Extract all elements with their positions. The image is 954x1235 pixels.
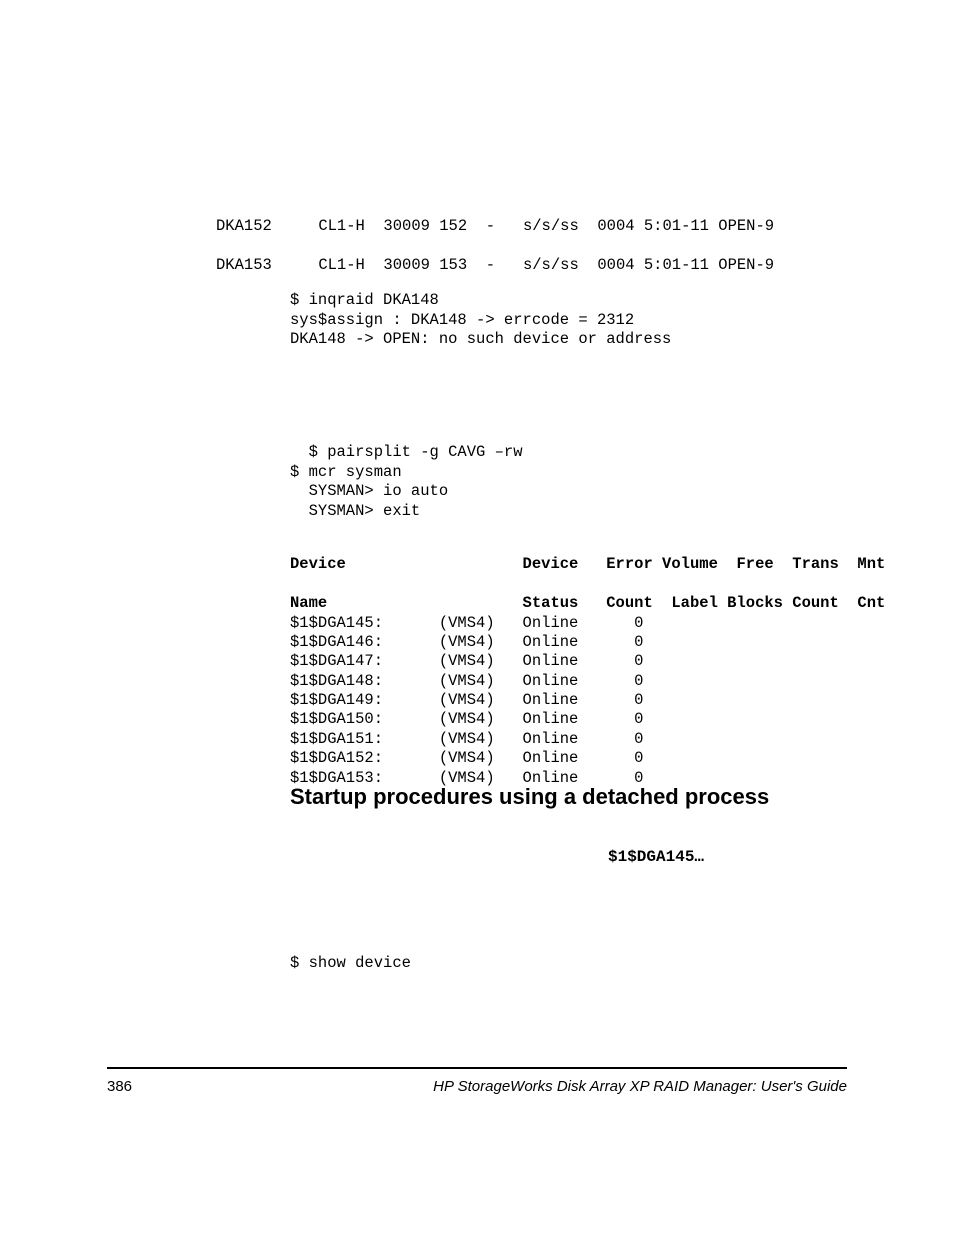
table-row: $1$DGA147: (VMS4) Online 0 — [290, 652, 643, 670]
code-line: DKA148 -> OPEN: no such device or addres… — [290, 330, 671, 348]
code-line: $ mcr sysman — [290, 463, 402, 481]
code-block-show-device: $ show device — [290, 954, 411, 973]
table-header-row: Name Status Count Label Blocks Count Cnt — [290, 594, 885, 612]
code-block-inqraid: $ inqraid DKA148 sys$assign : DKA148 -> … — [290, 272, 671, 350]
table-header-row: Device Device Error Volume Free Trans Mn… — [290, 555, 885, 573]
code-line: DKA152 CL1-H 30009 152 - s/s/ss 0004 5:0… — [216, 217, 774, 235]
code-line: $ pairsplit -g CAVG –rw — [290, 443, 523, 461]
page-number: 386 — [107, 1078, 132, 1095]
footer-title: HP StorageWorks Disk Array XP RAID Manag… — [433, 1078, 847, 1095]
code-line: sys$assign : DKA148 -> errcode = 2312 — [290, 311, 634, 329]
table-row: $1$DGA145: (VMS4) Online 0 — [290, 614, 643, 632]
table-row: $1$DGA150: (VMS4) Online 0 — [290, 710, 643, 728]
section-heading: Startup procedures using a detached proc… — [290, 784, 769, 810]
code-line: $ inqraid DKA148 — [290, 291, 439, 309]
code-line: SYSMAN> exit — [290, 502, 420, 520]
page-content: DKA152 CL1-H 30009 152 - s/s/ss 0004 5:0… — [0, 0, 954, 1235]
footer-separator — [107, 1067, 847, 1069]
bold-device-label: $1$DGA145… — [608, 848, 704, 866]
table-row: $1$DGA146: (VMS4) Online 0 — [290, 633, 643, 651]
device-table: Device Device Error Volume Free Trans Mn… — [290, 536, 885, 788]
table-row: $1$DGA151: (VMS4) Online 0 — [290, 730, 643, 748]
code-block-pairsplit: $ pairsplit -g CAVG –rw $ mcr sysman SYS… — [290, 424, 523, 521]
table-row: $1$DGA148: (VMS4) Online 0 — [290, 672, 643, 690]
table-row: $1$DGA149: (VMS4) Online 0 — [290, 691, 643, 709]
code-block-devices-top: DKA152 CL1-H 30009 152 - s/s/ss 0004 5:0… — [216, 198, 774, 276]
code-line: SYSMAN> io auto — [290, 482, 448, 500]
table-row: $1$DGA152: (VMS4) Online 0 — [290, 749, 643, 767]
